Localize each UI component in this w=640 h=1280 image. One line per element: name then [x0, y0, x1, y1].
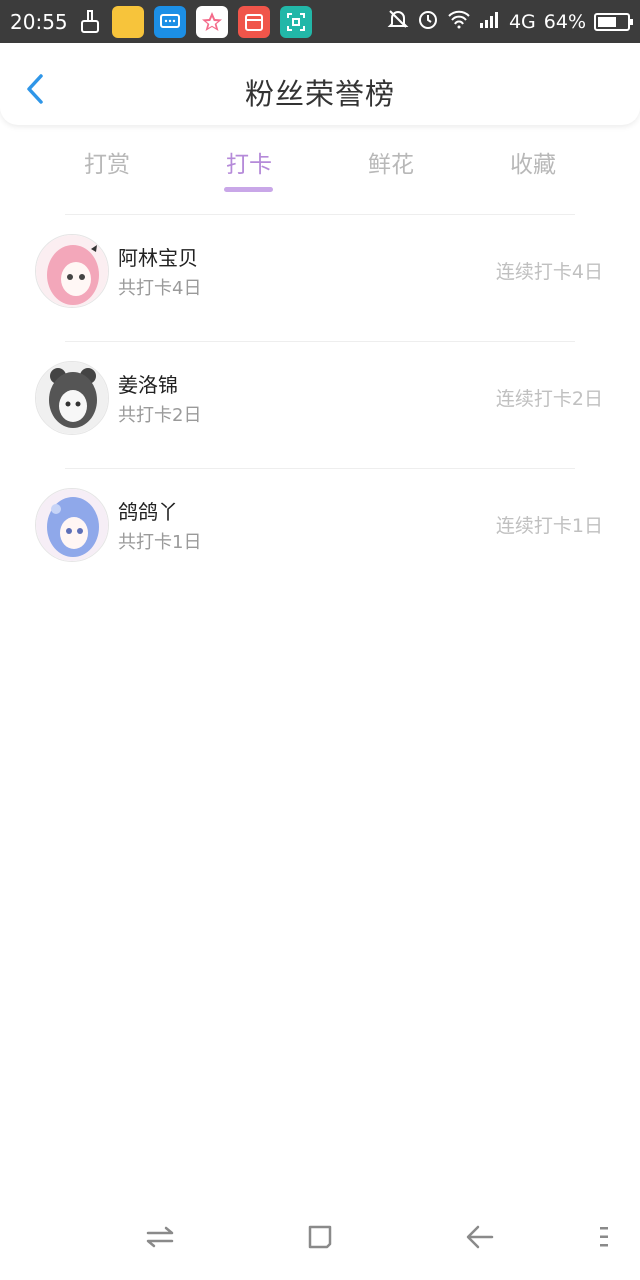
switch-apps-button[interactable]: [140, 1217, 180, 1257]
system-nav-bar: [0, 1205, 640, 1275]
total-checkin: 共打卡4日: [118, 278, 202, 299]
scan-icon: [279, 5, 312, 38]
tab-flowers[interactable]: 鲜花: [331, 145, 451, 179]
list-item[interactable]: 阿林宝贝 共打卡4日 连续打卡4日: [0, 214, 640, 341]
active-tab-indicator: [224, 187, 273, 192]
battery-percent: 64%: [543, 10, 586, 33]
streak-checkin: 连续打卡2日: [495, 388, 603, 410]
star-app-icon: [195, 5, 228, 38]
folder-icon: [111, 5, 144, 38]
mute-icon: [387, 8, 409, 35]
tab-reward[interactable]: 打赏: [47, 145, 167, 179]
swap-arrows-icon: [146, 1226, 174, 1248]
fan-name: 阿林宝贝: [118, 246, 198, 270]
calendar-icon: [237, 5, 270, 38]
tab-bar: 打赏 打卡 鲜花 收藏: [0, 140, 640, 195]
battery-fill: [598, 16, 616, 27]
header: 粉丝荣誉榜: [0, 43, 640, 125]
streak-checkin: 连续打卡1日: [495, 515, 603, 537]
fan-name: 姜洛锦: [118, 373, 178, 397]
battery-icon: [594, 12, 633, 31]
fan-name: 鸽鸽丫: [118, 500, 178, 524]
tab-favorites[interactable]: 收藏: [473, 145, 593, 179]
square-icon: [308, 1225, 332, 1249]
message-icon: [153, 5, 186, 38]
network-type: 4G: [508, 10, 536, 33]
tab-checkin[interactable]: 打卡: [189, 145, 309, 179]
page-title: 粉丝荣誉榜: [244, 77, 395, 111]
total-checkin: 共打卡1日: [118, 532, 202, 553]
list-item[interactable]: 鸽鸽丫 共打卡1日 连续打卡1日: [0, 468, 640, 595]
cleaner-icon: [78, 6, 102, 38]
back-nav-button[interactable]: [460, 1217, 500, 1257]
arrow-left-icon: [466, 1225, 494, 1249]
avatar: [35, 488, 109, 562]
signal-icon: [479, 10, 501, 33]
total-checkin: 共打卡2日: [118, 405, 202, 426]
wifi-icon: [447, 9, 471, 34]
streak-checkin: 连续打卡4日: [495, 261, 603, 283]
status-bar: 20:55 4G 64%: [0, 0, 640, 43]
avatar: [35, 361, 109, 435]
menu-button[interactable]: [584, 1217, 624, 1257]
alarm-icon: [417, 8, 439, 35]
more-icon: [600, 1227, 608, 1247]
status-time: 20:55: [10, 9, 68, 34]
home-button[interactable]: [300, 1217, 340, 1257]
list-item[interactable]: 姜洛锦 共打卡2日 连续打卡2日: [0, 341, 640, 468]
avatar: [35, 234, 109, 308]
